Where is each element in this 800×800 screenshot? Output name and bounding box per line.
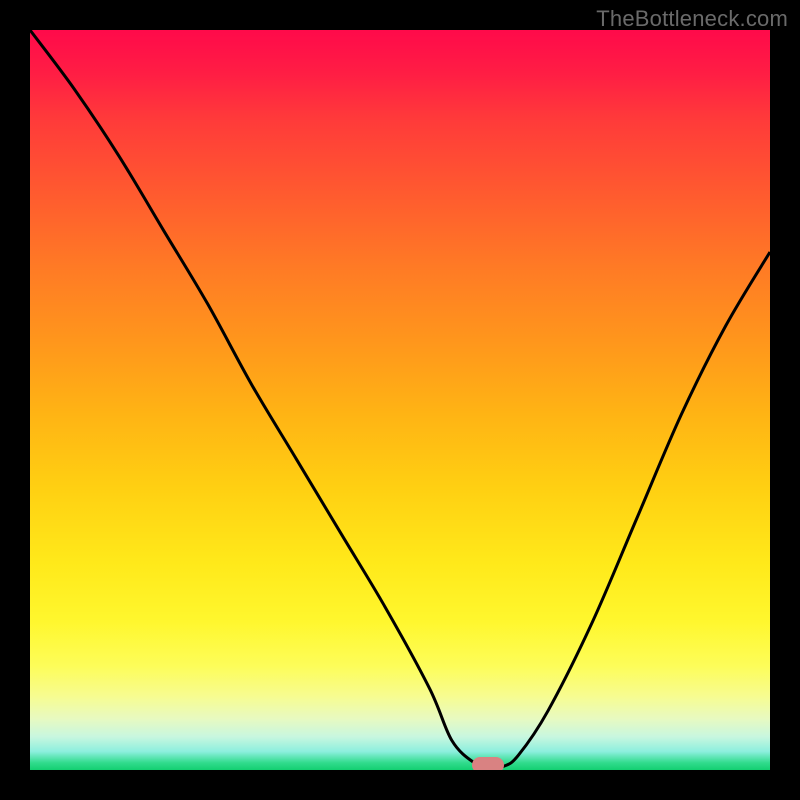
chart-frame: TheBottleneck.com (0, 0, 800, 800)
plot-area (30, 30, 770, 770)
bottleneck-curve (30, 30, 770, 770)
watermark-text: TheBottleneck.com (596, 6, 788, 32)
optimal-marker (472, 757, 504, 770)
